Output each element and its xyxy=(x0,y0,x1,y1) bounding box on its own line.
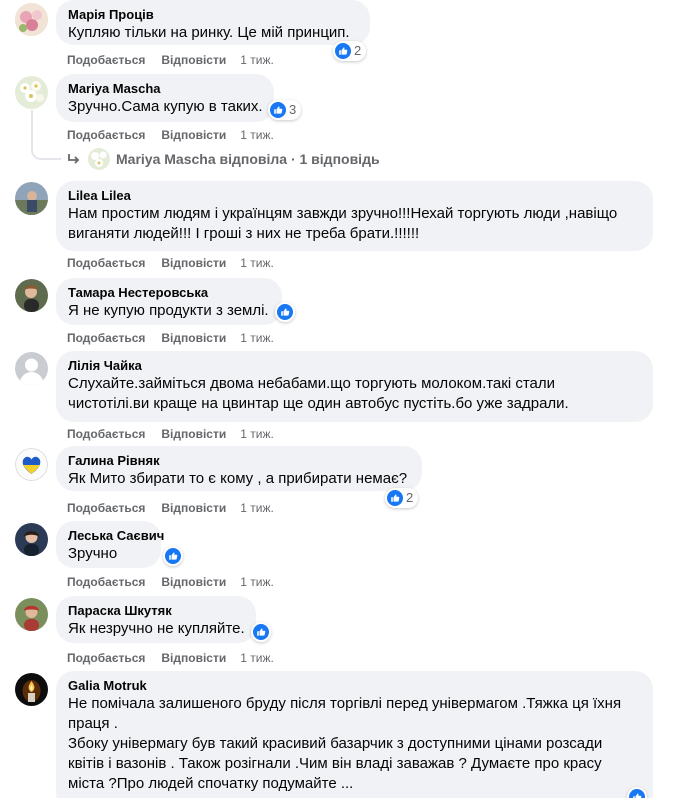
comment-text: Не помічала залишеного бруду після торгі… xyxy=(68,695,622,792)
timestamp[interactable]: 1 тиж. xyxy=(240,256,274,270)
reply-summary-text[interactable]: Mariya Mascha відповіла · 1 відповідь xyxy=(116,151,380,167)
avatar[interactable] xyxy=(15,3,48,36)
like-button[interactable]: Подобається xyxy=(67,651,145,665)
comment-text: Слухайте.займіться двома небабами.що тор… xyxy=(68,375,569,412)
comment-actions: Подобається Відповісти 1 тиж. xyxy=(67,330,274,346)
comment-text: Зручно.Сама купую в таких. xyxy=(68,98,263,115)
avatar[interactable] xyxy=(15,598,48,631)
timestamp[interactable]: 1 тиж. xyxy=(240,651,274,665)
reaction-count[interactable] xyxy=(275,302,295,322)
comment-author[interactable]: Параска Шкутяк xyxy=(68,602,244,619)
comment-bubble: Параска Шкутяк Як незручно не купляйте. xyxy=(56,596,256,643)
like-icon xyxy=(165,548,181,564)
comment-author[interactable]: Тамара Нестеровська xyxy=(68,284,270,301)
comment-bubble: Lilea Lilea Нам простим людям і українця… xyxy=(56,181,653,251)
reaction-count[interactable]: 2 xyxy=(333,41,367,61)
comment-text: Нам простим людям і українцям завжди зру… xyxy=(68,205,618,242)
reply-arrow-icon xyxy=(68,154,80,164)
timestamp[interactable]: 1 тиж. xyxy=(240,501,274,515)
comment-bubble: Лілія Чайка Слухайте.займіться двома неб… xyxy=(56,351,653,422)
timestamp[interactable]: 1 тиж. xyxy=(240,427,274,441)
timestamp[interactable]: 1 тиж. xyxy=(240,575,274,589)
like-icon xyxy=(270,102,286,118)
comment-actions: Подобається Відповісти 1 тиж. xyxy=(67,52,274,68)
comment-actions: Подобається Відповісти 1 тиж. xyxy=(67,574,274,590)
reply-button[interactable]: Відповісти xyxy=(161,256,226,270)
reply-button[interactable]: Відповісти xyxy=(161,427,226,441)
comment-author[interactable]: Mariya Mascha xyxy=(68,80,262,97)
like-icon xyxy=(253,624,269,640)
like-button[interactable]: Подобається xyxy=(67,575,145,589)
like-icon xyxy=(629,789,645,798)
like-button[interactable]: Подобається xyxy=(67,53,145,67)
like-button[interactable]: Подобається xyxy=(67,128,145,142)
timestamp[interactable]: 1 тиж. xyxy=(240,53,274,67)
comment-bubble: Mariya Mascha Зручно.Сама купую в таких. xyxy=(56,74,274,122)
reaction-count[interactable] xyxy=(251,622,271,642)
comment-bubble: Galia Motruk Не помічала залишеного бруд… xyxy=(56,671,653,798)
view-replies-link[interactable]: Mariya Mascha відповіла · 1 відповідь xyxy=(66,148,380,170)
comment-text: Купляю тільки на ринку. Це мій принцип. xyxy=(68,24,350,41)
comment-actions: Подобається Відповісти 1 тиж. xyxy=(67,426,274,442)
comment-actions: Подобається Відповісти 1 тиж. xyxy=(67,650,274,666)
comment-author[interactable]: Галина Рівняк xyxy=(68,452,410,469)
like-button[interactable]: Подобається xyxy=(67,256,145,270)
like-button[interactable]: Подобається xyxy=(67,427,145,441)
reply-button[interactable]: Відповісти xyxy=(161,651,226,665)
avatar[interactable] xyxy=(15,182,48,215)
avatar[interactable] xyxy=(15,448,48,481)
comment-text: Як незручно не купляйте. xyxy=(68,620,245,637)
replier-avatar xyxy=(88,148,110,170)
reaction-count[interactable]: 3 xyxy=(268,100,302,120)
reply-button[interactable]: Відповісти xyxy=(161,53,226,67)
reaction-like-badge[interactable] xyxy=(627,787,647,798)
avatar[interactable] xyxy=(15,523,48,556)
timestamp[interactable]: 1 тиж. xyxy=(240,128,274,142)
comment-bubble: Тамара Нестеровська Я не купую продукти … xyxy=(56,278,282,325)
reply-button[interactable]: Відповісти xyxy=(161,501,226,515)
comment-author[interactable]: Lilea Lilea xyxy=(68,187,641,204)
like-button[interactable]: Подобається xyxy=(67,501,145,515)
timestamp[interactable]: 1 тиж. xyxy=(240,331,274,345)
comment-text: Як Мито збирати то є кому , а прибирати … xyxy=(68,470,408,487)
reply-button[interactable]: Відповісти xyxy=(161,331,226,345)
avatar[interactable] xyxy=(15,673,48,706)
like-icon xyxy=(277,304,293,320)
reaction-count[interactable] xyxy=(163,546,183,566)
thread-connector xyxy=(31,110,61,160)
comment-author[interactable]: Galia Motruk xyxy=(68,677,641,694)
comment-actions: Подобається Відповісти 1 тиж. xyxy=(67,255,274,271)
reaction-count[interactable]: 2 xyxy=(385,488,419,508)
like-icon xyxy=(335,43,351,59)
comment-actions: Подобається Відповісти 1 тиж. xyxy=(67,500,274,516)
comment-author[interactable]: Лілія Чайка xyxy=(68,357,641,374)
like-icon xyxy=(387,490,403,506)
comment-bubble: Леська Саєвич Зручно xyxy=(56,521,164,568)
comment-text: Я не купую продукти з землі. xyxy=(68,302,269,319)
avatar[interactable] xyxy=(15,352,48,385)
comment-bubble: Галина Рівняк Як Мито збирати то є кому … xyxy=(56,446,422,491)
avatar[interactable] xyxy=(15,76,48,109)
like-button[interactable]: Подобається xyxy=(67,331,145,345)
comment-bubble: Марія Проців Купляю тільки на ринку. Це … xyxy=(56,0,370,45)
reply-button[interactable]: Відповісти xyxy=(161,575,226,589)
reply-button[interactable]: Відповісти xyxy=(161,128,226,142)
comment-actions: Подобається Відповісти 1 тиж. xyxy=(67,127,274,143)
avatar[interactable] xyxy=(15,279,48,312)
comment-author[interactable]: Марія Проців xyxy=(68,6,358,23)
comment-text: Зручно xyxy=(68,545,118,562)
comment-author[interactable]: Леська Саєвич xyxy=(68,527,164,544)
